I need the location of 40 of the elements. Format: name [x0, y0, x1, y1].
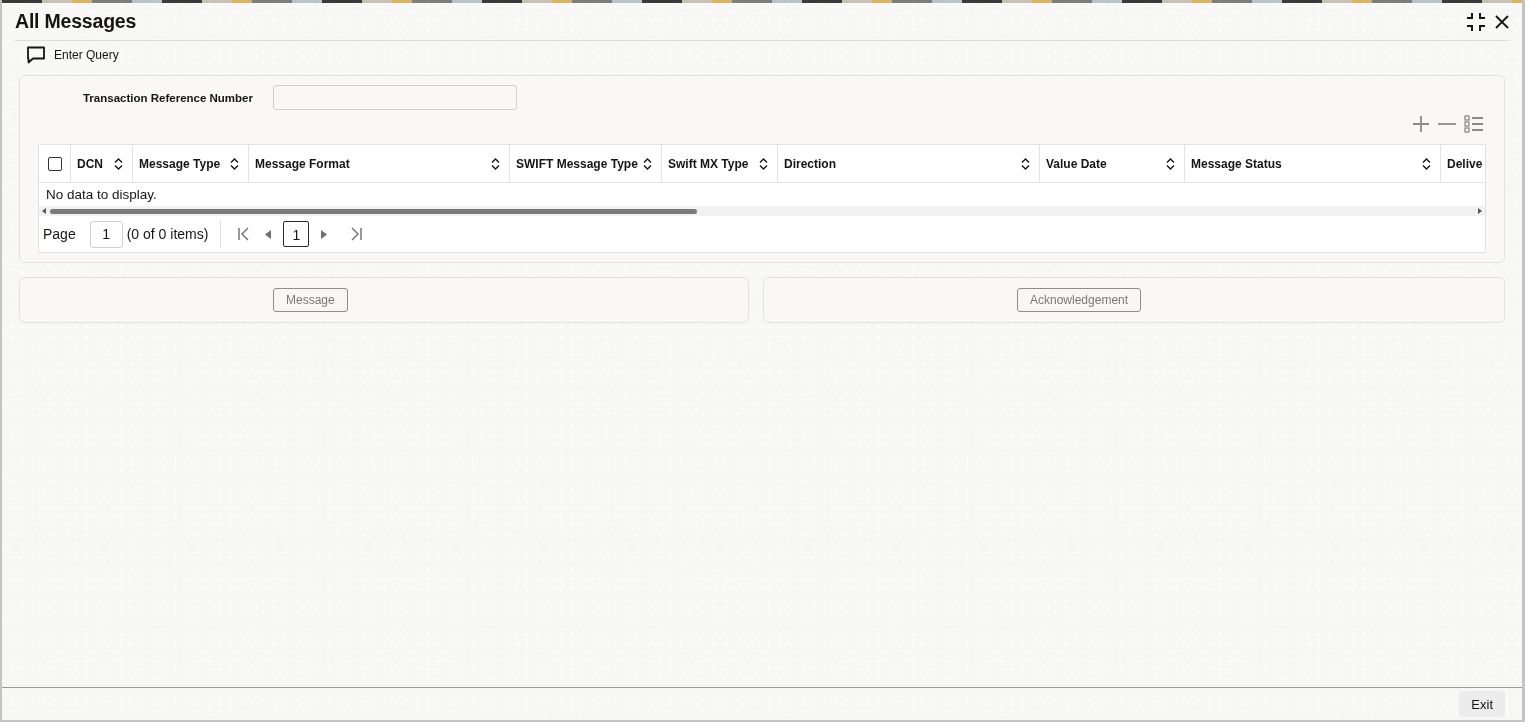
window-title: All Messages — [15, 10, 137, 33]
page-button[interactable]: 1 — [283, 221, 310, 247]
sort-icon — [759, 157, 768, 170]
sort-icon — [230, 157, 239, 170]
item-count: (0 of 0 items) — [126, 226, 209, 242]
column-header[interactable]: Delive — [1441, 145, 1485, 182]
add-icon[interactable] — [1412, 115, 1430, 133]
empty-table-message: No data to display. — [46, 187, 157, 202]
collapse-icon[interactable] — [1466, 11, 1486, 32]
horizontal-scrollbar[interactable] — [39, 206, 1485, 216]
sort-icon — [1166, 157, 1175, 170]
sort-icon — [491, 157, 500, 170]
column-header[interactable]: DCN — [71, 145, 133, 182]
page-input[interactable]: 1 — [89, 220, 123, 248]
column-header[interactable]: Value Date — [1040, 145, 1185, 182]
column-header[interactable]: SWIFT Message Type — [510, 145, 662, 182]
column-header[interactable]: Message Format — [249, 145, 510, 182]
scroll-right-arrow-icon[interactable] — [1478, 208, 1482, 214]
last-page-icon[interactable] — [349, 227, 364, 241]
input-field[interactable] — [273, 85, 517, 110]
column-header[interactable]: Message Type — [133, 145, 249, 182]
enter-query-button[interactable]: Enter Query — [26, 45, 119, 64]
scrollbar-thumb[interactable] — [50, 208, 697, 214]
sort-icon — [1422, 157, 1431, 170]
exit-button[interactable]: Exit — [1459, 691, 1505, 717]
page-label: Page — [43, 226, 76, 242]
previous-page-icon[interactable] — [265, 229, 272, 239]
sort-icon — [1021, 157, 1030, 170]
field-label: Transaction Reference Number — [82, 91, 253, 104]
scroll-left-arrow-icon[interactable] — [42, 208, 46, 214]
column-list-icon[interactable] — [1464, 115, 1483, 133]
next-page-icon[interactable] — [321, 229, 328, 239]
close-icon[interactable] — [1495, 14, 1509, 29]
sort-icon — [114, 157, 123, 170]
chat-icon — [26, 45, 46, 64]
sort-icon — [643, 157, 652, 170]
column-header[interactable]: Swift MX Type — [662, 145, 778, 182]
select-all-checkbox[interactable] — [47, 156, 62, 171]
column-header[interactable]: Direction — [778, 145, 1040, 182]
column-header[interactable]: Message Status — [1185, 145, 1441, 182]
